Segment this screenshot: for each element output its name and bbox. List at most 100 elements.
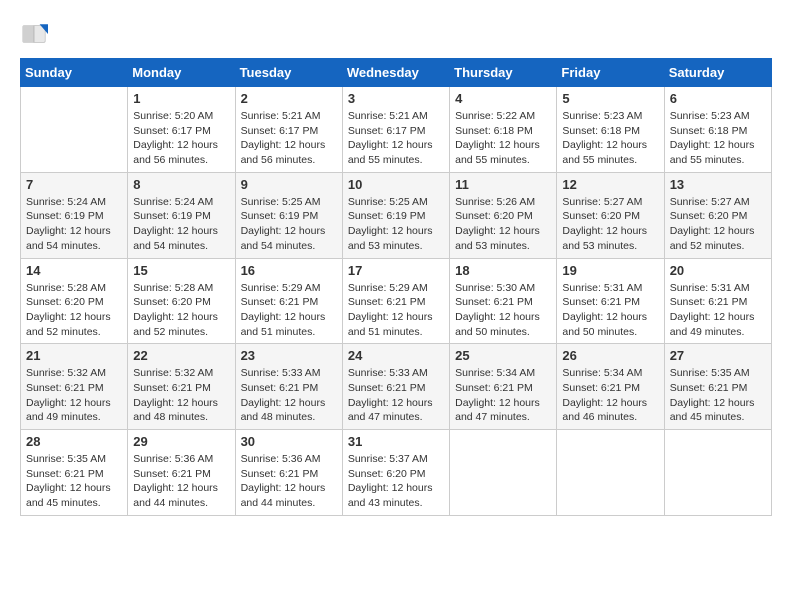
day-number: 5	[562, 91, 658, 106]
calendar-table: SundayMondayTuesdayWednesdayThursdayFrid…	[20, 58, 772, 516]
day-info: Sunrise: 5:29 AM Sunset: 6:21 PM Dayligh…	[348, 281, 444, 340]
calendar-cell: 13 Sunrise: 5:27 AM Sunset: 6:20 PM Dayli…	[664, 172, 771, 258]
day-of-week-header: Thursday	[450, 59, 557, 87]
day-number: 1	[133, 91, 229, 106]
calendar-cell: 23 Sunrise: 5:33 AM Sunset: 6:21 PM Dayli…	[235, 344, 342, 430]
day-number: 3	[348, 91, 444, 106]
day-number: 2	[241, 91, 337, 106]
page-header	[20, 20, 772, 48]
day-info: Sunrise: 5:33 AM Sunset: 6:21 PM Dayligh…	[241, 366, 337, 425]
day-info: Sunrise: 5:26 AM Sunset: 6:20 PM Dayligh…	[455, 195, 551, 254]
calendar-cell: 10 Sunrise: 5:25 AM Sunset: 6:19 PM Dayli…	[342, 172, 449, 258]
calendar-cell: 25 Sunrise: 5:34 AM Sunset: 6:21 PM Dayli…	[450, 344, 557, 430]
day-info: Sunrise: 5:32 AM Sunset: 6:21 PM Dayligh…	[133, 366, 229, 425]
day-number: 28	[26, 434, 122, 449]
day-number: 25	[455, 348, 551, 363]
day-number: 10	[348, 177, 444, 192]
day-of-week-header: Sunday	[21, 59, 128, 87]
logo-icon	[20, 20, 48, 48]
calendar-cell: 1 Sunrise: 5:20 AM Sunset: 6:17 PM Daylig…	[128, 87, 235, 173]
day-number: 18	[455, 263, 551, 278]
logo	[20, 20, 52, 48]
day-number: 30	[241, 434, 337, 449]
day-of-week-header: Tuesday	[235, 59, 342, 87]
day-info: Sunrise: 5:33 AM Sunset: 6:21 PM Dayligh…	[348, 366, 444, 425]
day-info: Sunrise: 5:28 AM Sunset: 6:20 PM Dayligh…	[26, 281, 122, 340]
day-info: Sunrise: 5:25 AM Sunset: 6:19 PM Dayligh…	[241, 195, 337, 254]
day-info: Sunrise: 5:23 AM Sunset: 6:18 PM Dayligh…	[670, 109, 766, 168]
calendar-cell: 19 Sunrise: 5:31 AM Sunset: 6:21 PM Dayli…	[557, 258, 664, 344]
calendar-cell: 31Sunrise: 5:37 AM Sunset: 6:20 PM Dayli…	[342, 430, 449, 516]
day-info: Sunrise: 5:20 AM Sunset: 6:17 PM Dayligh…	[133, 109, 229, 168]
day-info: Sunrise: 5:36 AM Sunset: 6:21 PM Dayligh…	[241, 452, 337, 511]
calendar-cell: 28 Sunrise: 5:35 AM Sunset: 6:21 PM Dayli…	[21, 430, 128, 516]
day-info: Sunrise: 5:24 AM Sunset: 6:19 PM Dayligh…	[26, 195, 122, 254]
day-number: 15	[133, 263, 229, 278]
day-info: Sunrise: 5:27 AM Sunset: 6:20 PM Dayligh…	[670, 195, 766, 254]
day-number: 23	[241, 348, 337, 363]
day-number: 27	[670, 348, 766, 363]
calendar-week-row: 21 Sunrise: 5:32 AM Sunset: 6:21 PM Dayli…	[21, 344, 772, 430]
day-of-week-header: Wednesday	[342, 59, 449, 87]
day-info: Sunrise: 5:34 AM Sunset: 6:21 PM Dayligh…	[562, 366, 658, 425]
calendar-cell: 18 Sunrise: 5:30 AM Sunset: 6:21 PM Dayli…	[450, 258, 557, 344]
calendar-cell: 5 Sunrise: 5:23 AM Sunset: 6:18 PM Daylig…	[557, 87, 664, 173]
day-info: Sunrise: 5:29 AM Sunset: 6:21 PM Dayligh…	[241, 281, 337, 340]
day-info: Sunrise: 5:31 AM Sunset: 6:21 PM Dayligh…	[562, 281, 658, 340]
calendar-cell	[21, 87, 128, 173]
day-info: Sunrise: 5:23 AM Sunset: 6:18 PM Dayligh…	[562, 109, 658, 168]
calendar-cell	[557, 430, 664, 516]
day-number: 17	[348, 263, 444, 278]
day-number: 26	[562, 348, 658, 363]
day-of-week-header: Saturday	[664, 59, 771, 87]
day-info: Sunrise: 5:24 AM Sunset: 6:19 PM Dayligh…	[133, 195, 229, 254]
day-info: Sunrise: 5:36 AM Sunset: 6:21 PM Dayligh…	[133, 452, 229, 511]
calendar-cell	[450, 430, 557, 516]
day-number: 14	[26, 263, 122, 278]
calendar-week-row: 28 Sunrise: 5:35 AM Sunset: 6:21 PM Dayli…	[21, 430, 772, 516]
day-info: Sunrise: 5:28 AM Sunset: 6:20 PM Dayligh…	[133, 281, 229, 340]
calendar-cell: 20 Sunrise: 5:31 AM Sunset: 6:21 PM Dayli…	[664, 258, 771, 344]
day-info: Sunrise: 5:27 AM Sunset: 6:20 PM Dayligh…	[562, 195, 658, 254]
calendar-cell: 9 Sunrise: 5:25 AM Sunset: 6:19 PM Daylig…	[235, 172, 342, 258]
day-info: Sunrise: 5:37 AM Sunset: 6:20 PM Dayligh…	[348, 452, 444, 511]
day-info: Sunrise: 5:30 AM Sunset: 6:21 PM Dayligh…	[455, 281, 551, 340]
calendar-header-row: SundayMondayTuesdayWednesdayThursdayFrid…	[21, 59, 772, 87]
calendar-week-row: 1 Sunrise: 5:20 AM Sunset: 6:17 PM Daylig…	[21, 87, 772, 173]
day-number: 6	[670, 91, 766, 106]
calendar-cell: 15 Sunrise: 5:28 AM Sunset: 6:20 PM Dayli…	[128, 258, 235, 344]
calendar-cell: 17 Sunrise: 5:29 AM Sunset: 6:21 PM Dayli…	[342, 258, 449, 344]
day-of-week-header: Friday	[557, 59, 664, 87]
calendar-cell: 4Sunrise: 5:22 AM Sunset: 6:18 PM Daylig…	[450, 87, 557, 173]
day-number: 19	[562, 263, 658, 278]
calendar-cell: 22 Sunrise: 5:32 AM Sunset: 6:21 PM Dayli…	[128, 344, 235, 430]
calendar-cell: 14 Sunrise: 5:28 AM Sunset: 6:20 PM Dayli…	[21, 258, 128, 344]
calendar-cell: 21Sunrise: 5:32 AM Sunset: 6:21 PM Dayli…	[21, 344, 128, 430]
day-of-week-header: Monday	[128, 59, 235, 87]
day-number: 12	[562, 177, 658, 192]
day-number: 22	[133, 348, 229, 363]
day-info: Sunrise: 5:31 AM Sunset: 6:21 PM Dayligh…	[670, 281, 766, 340]
calendar-cell: 27 Sunrise: 5:35 AM Sunset: 6:21 PM Dayli…	[664, 344, 771, 430]
day-number: 16	[241, 263, 337, 278]
day-number: 24	[348, 348, 444, 363]
day-number: 9	[241, 177, 337, 192]
calendar-week-row: 7Sunrise: 5:24 AM Sunset: 6:19 PM Daylig…	[21, 172, 772, 258]
day-info: Sunrise: 5:35 AM Sunset: 6:21 PM Dayligh…	[670, 366, 766, 425]
calendar-cell: 16 Sunrise: 5:29 AM Sunset: 6:21 PM Dayli…	[235, 258, 342, 344]
day-number: 21	[26, 348, 122, 363]
day-info: Sunrise: 5:35 AM Sunset: 6:21 PM Dayligh…	[26, 452, 122, 511]
calendar-cell: 30 Sunrise: 5:36 AM Sunset: 6:21 PM Dayli…	[235, 430, 342, 516]
day-number: 11	[455, 177, 551, 192]
day-info: Sunrise: 5:25 AM Sunset: 6:19 PM Dayligh…	[348, 195, 444, 254]
calendar-cell: 3 Sunrise: 5:21 AM Sunset: 6:17 PM Daylig…	[342, 87, 449, 173]
calendar-cell: 29Sunrise: 5:36 AM Sunset: 6:21 PM Dayli…	[128, 430, 235, 516]
day-number: 13	[670, 177, 766, 192]
day-number: 8	[133, 177, 229, 192]
day-number: 20	[670, 263, 766, 278]
calendar-cell: 26 Sunrise: 5:34 AM Sunset: 6:21 PM Dayli…	[557, 344, 664, 430]
day-info: Sunrise: 5:34 AM Sunset: 6:21 PM Dayligh…	[455, 366, 551, 425]
calendar-cell: 2Sunrise: 5:21 AM Sunset: 6:17 PM Daylig…	[235, 87, 342, 173]
day-info: Sunrise: 5:21 AM Sunset: 6:17 PM Dayligh…	[348, 109, 444, 168]
calendar-cell: 11 Sunrise: 5:26 AM Sunset: 6:20 PM Dayli…	[450, 172, 557, 258]
